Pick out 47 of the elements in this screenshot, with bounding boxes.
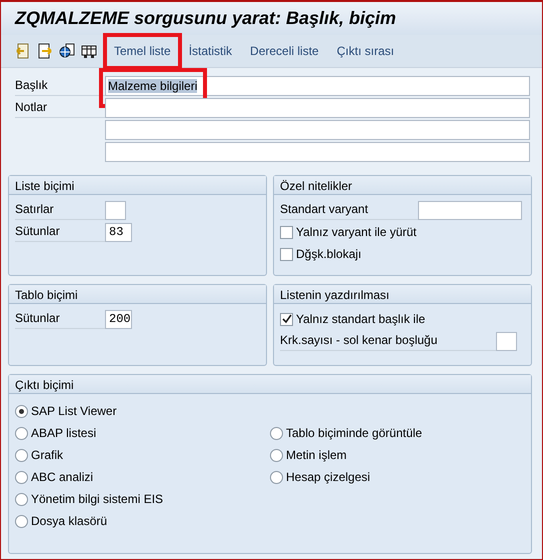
radio-button[interactable] bbox=[15, 448, 28, 462]
group-title: Liste biçimi bbox=[9, 176, 266, 195]
radio-label: ABAP listesi bbox=[31, 425, 96, 442]
checkbox[interactable] bbox=[280, 248, 293, 260]
group-title: Özel nitelikler bbox=[274, 176, 531, 195]
radio-label: Tablo biçiminde görüntüle bbox=[286, 425, 422, 442]
radio-button[interactable] bbox=[270, 470, 283, 484]
radio-label: Yönetim bilgi sistemi EIS bbox=[31, 491, 164, 508]
input-field[interactable]: 200 bbox=[105, 310, 132, 328]
checkbox[interactable] bbox=[280, 312, 293, 326]
group-title: Listenin yazdırılması bbox=[274, 285, 531, 304]
group-title: Çıktı biçimi bbox=[9, 375, 531, 394]
radio-button[interactable] bbox=[270, 426, 283, 440]
toolbar-tab[interactable]: Çıktı sırası bbox=[332, 42, 400, 60]
radio-button[interactable] bbox=[15, 514, 28, 528]
checkbox-label: Yalnız varyant ile yürüt bbox=[296, 224, 416, 241]
input-field[interactable] bbox=[496, 332, 517, 350]
input-field[interactable] bbox=[105, 200, 126, 220]
text-field[interactable] bbox=[105, 98, 530, 118]
text-field[interactable] bbox=[105, 120, 530, 140]
radio-label: Hesap çizelgesi bbox=[286, 469, 370, 486]
input-field[interactable]: 83 bbox=[105, 222, 132, 242]
toolbar-tab[interactable]: İstatistik bbox=[184, 42, 238, 60]
radio-label: Grafik bbox=[31, 447, 64, 464]
radio-button[interactable] bbox=[15, 426, 28, 440]
window-title: ZQMALZEME sorgusunu yarat: Başlık, biçim bbox=[15, 7, 396, 30]
radio-label: Metin işlem bbox=[286, 447, 347, 464]
radio-button[interactable] bbox=[15, 470, 28, 484]
radio-label: ABC analizi bbox=[31, 469, 94, 486]
group-title: Tablo biçimi bbox=[9, 285, 266, 304]
radio-label: SAP List Viewer bbox=[31, 403, 117, 420]
text-field[interactable]: Malzeme bilgileri bbox=[105, 76, 530, 96]
text-field[interactable] bbox=[105, 142, 530, 162]
input-field[interactable] bbox=[418, 200, 522, 220]
radio-button[interactable] bbox=[15, 404, 28, 418]
toolbar-tab[interactable]: Dereceli liste bbox=[245, 42, 324, 60]
document-right-arrow-icon[interactable] bbox=[37, 43, 53, 59]
globe-document-icon[interactable] bbox=[59, 43, 75, 59]
radio-label: Dosya klasörü bbox=[31, 513, 108, 530]
toolbar-tab[interactable]: Temel liste bbox=[109, 42, 176, 60]
field-label: Krk.sayısı - sol kenar boşluğu bbox=[280, 331, 496, 351]
checkbox-label: Yalnız standart başlık ile bbox=[296, 311, 426, 328]
radio-button[interactable] bbox=[15, 492, 28, 506]
checkbox[interactable] bbox=[280, 226, 293, 238]
checkbox-label: Dğşk.blokajı bbox=[296, 246, 362, 263]
radio-button[interactable] bbox=[270, 448, 283, 462]
table-icon[interactable] bbox=[81, 43, 97, 59]
